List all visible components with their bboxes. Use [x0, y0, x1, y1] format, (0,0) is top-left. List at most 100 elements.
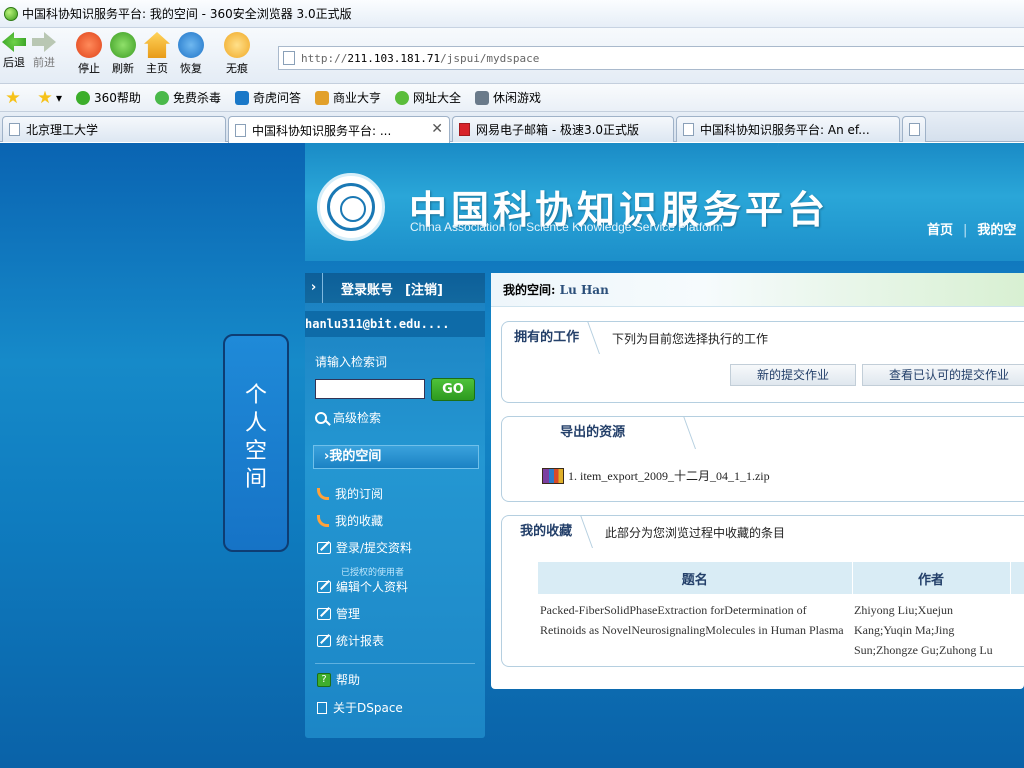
- personal-space-panel[interactable]: 个 人 空 间: [223, 334, 289, 552]
- nav-myspace-link[interactable]: 我的空: [977, 223, 1016, 238]
- page-icon: [235, 123, 246, 137]
- address-host: 211.103.181.71: [347, 51, 441, 65]
- fav-games[interactable]: 休闲游戏: [475, 89, 541, 106]
- my-space-section[interactable]: ›我的空间: [313, 445, 479, 469]
- logout-link[interactable]: [注销]: [405, 279, 443, 298]
- sidebar-item-label: 统计报表: [336, 634, 385, 648]
- address-bar[interactable]: http://211.103.181.71/jspui/mydspace: [278, 46, 1024, 70]
- advanced-search-link[interactable]: 高级检索: [315, 409, 381, 426]
- sidebar-item-label: 管理: [336, 607, 361, 621]
- search-label: 请输入检索词: [315, 355, 388, 369]
- fav-label: 360帮助: [94, 91, 141, 105]
- exports-box: 导出的资源 1. item_export_2009_十二月_04_1_1.zip: [490, 416, 1024, 502]
- authorized-user-note: 已授权的使用者: [341, 568, 405, 578]
- sidebar-item-subscriptions[interactable]: 我的订阅: [317, 485, 383, 502]
- refresh-button[interactable]: 刷新: [110, 32, 136, 76]
- stop-button[interactable]: 停止: [76, 32, 102, 76]
- close-tab-icon[interactable]: ✕: [431, 121, 443, 137]
- qa-icon: [234, 90, 249, 105]
- forward-button[interactable]: 前进: [32, 32, 56, 70]
- back-arrow-icon: [2, 32, 26, 52]
- incognito-button[interactable]: 无痕: [224, 32, 250, 76]
- refresh-icon: [110, 32, 136, 58]
- sidebar-item-submit[interactable]: 登录/提交资料: [317, 539, 412, 556]
- sidebar-item-label: 我的收藏: [335, 514, 384, 528]
- owned-tasks-tab: 拥有的工作 下列为目前您选择执行的工作: [490, 322, 768, 354]
- favorites-title: 我的收藏: [490, 516, 594, 548]
- fav-antivirus[interactable]: 免费杀毒: [154, 89, 221, 106]
- owned-tasks-title: 拥有的工作: [490, 322, 601, 354]
- tab-label: 中国科协知识服务平台: ...: [252, 123, 392, 138]
- star-add-icon: [38, 90, 52, 104]
- sidebar-item-edit-profile[interactable]: 编辑个人资料: [317, 578, 408, 595]
- home-button[interactable]: 主页: [144, 32, 170, 76]
- zip-archive-icon: [542, 467, 564, 484]
- new-tab-button[interactable]: [902, 116, 926, 142]
- sidebar-divider: [315, 663, 475, 664]
- fav-qa[interactable]: 奇虎问答: [234, 89, 301, 106]
- page-icon: [9, 123, 20, 136]
- gamepad-icon: [475, 90, 489, 105]
- top-navigation: 首页 | 我的空: [927, 219, 1024, 238]
- tab-bit[interactable]: 北京理工大学: [2, 116, 226, 142]
- fav-business[interactable]: 商业大亨: [314, 89, 381, 106]
- sidebar-item-statistics[interactable]: 统计报表: [317, 632, 384, 649]
- favorite-title-cell[interactable]: Packed-FiberSolidPhaseExtraction forDete…: [538, 594, 852, 660]
- document-icon: [317, 701, 327, 714]
- edit-icon: [317, 634, 331, 647]
- exports-title: 导出的资源: [490, 417, 697, 449]
- globe-icon: [394, 90, 409, 105]
- edit-icon: [317, 580, 331, 593]
- fav-directory[interactable]: 网址大全: [394, 89, 461, 106]
- sidebar-item-label: 关于DSpace: [333, 701, 403, 715]
- restore-button[interactable]: 恢复: [178, 32, 204, 76]
- address-path: /jspui/mydspace: [440, 51, 540, 65]
- tab-mydspace[interactable]: 中国科协知识服务平台: ... ✕: [228, 116, 450, 143]
- back-button[interactable]: 后退: [2, 32, 26, 70]
- panel-char: 人: [244, 411, 267, 436]
- expand-arrow-icon[interactable]: ›: [305, 273, 323, 303]
- add-favorite-button[interactable]: ▾: [38, 90, 62, 105]
- favorites-table: 题名 作者 Packed-FiberSolidPhaseExtraction f…: [538, 562, 1024, 660]
- new-submission-button[interactable]: 新的提交作业: [730, 364, 856, 386]
- site-banner: 中国科协知识服务平台 China Association for Science…: [305, 143, 1024, 261]
- fav-360help[interactable]: 360帮助: [76, 89, 141, 106]
- netease-icon: [459, 123, 470, 136]
- favorites-tab: 我的收藏 此部分为您浏览过程中收藏的条目: [490, 516, 785, 548]
- view-accepted-submissions-button[interactable]: 查看已认可的提交作业: [862, 364, 1024, 386]
- sidebar-item-about[interactable]: 关于DSpace: [317, 699, 403, 716]
- site-subtitle: China Association for Science Knowledge …: [410, 220, 723, 234]
- tab-netease-mail[interactable]: 网易电子邮箱 - 极速3.0正式版: [452, 116, 674, 142]
- login-account-label: 登录账号: [341, 282, 394, 298]
- nav-home-link[interactable]: 首页: [927, 223, 953, 238]
- star-icon: [6, 90, 20, 104]
- address-scheme: http://: [301, 51, 348, 65]
- emblem-globe: [327, 183, 375, 231]
- search-input[interactable]: [315, 379, 425, 399]
- column-header-extra: [1010, 562, 1024, 594]
- export-zip-link[interactable]: 1. item_export_2009_十二月_04_1_1.zip: [542, 467, 770, 484]
- forward-label: 前进: [33, 56, 55, 69]
- user-email: hanlu311@bit.edu....: [305, 311, 485, 337]
- shield-icon: [154, 90, 169, 105]
- exports-tab: 导出的资源: [490, 417, 697, 449]
- refresh-label: 刷新: [112, 62, 134, 75]
- login-header: › 登录账号 [注销]: [305, 273, 485, 303]
- column-header-author: 作者: [852, 562, 1011, 594]
- browser-logo-icon: [4, 6, 18, 21]
- stop-label: 停止: [78, 62, 100, 75]
- table-row[interactable]: Packed-FiberSolidPhaseExtraction forDete…: [538, 594, 1024, 660]
- tab-cast-article[interactable]: 中国科协知识服务平台: An ef...: [676, 116, 900, 142]
- favorites-star-button[interactable]: [6, 90, 24, 105]
- favorites-bar: ▾ 360帮助 免费杀毒 奇虎问答 商业大亨 网址大全 休闲游戏: [0, 84, 1024, 112]
- search-go-button[interactable]: GO: [431, 378, 475, 401]
- browser-toolbar: 后退 前进 停止 刷新 主页 恢复 无痕 http://211.103.181.…: [0, 28, 1024, 84]
- fav-label: 奇虎问答: [252, 91, 301, 105]
- sidebar-item-help[interactable]: ? 帮助: [317, 671, 360, 688]
- sidebar-item-manage[interactable]: 管理: [317, 605, 360, 622]
- page-icon: [683, 123, 694, 136]
- sidebar-item-favorites[interactable]: 我的收藏: [317, 512, 383, 529]
- help-icon: ?: [317, 672, 331, 687]
- window-title: 中国科协知识服务平台: 我的空间 - 360安全浏览器 3.0正式版: [22, 7, 352, 21]
- sidebar-item-label: 登录/提交资料: [336, 541, 413, 555]
